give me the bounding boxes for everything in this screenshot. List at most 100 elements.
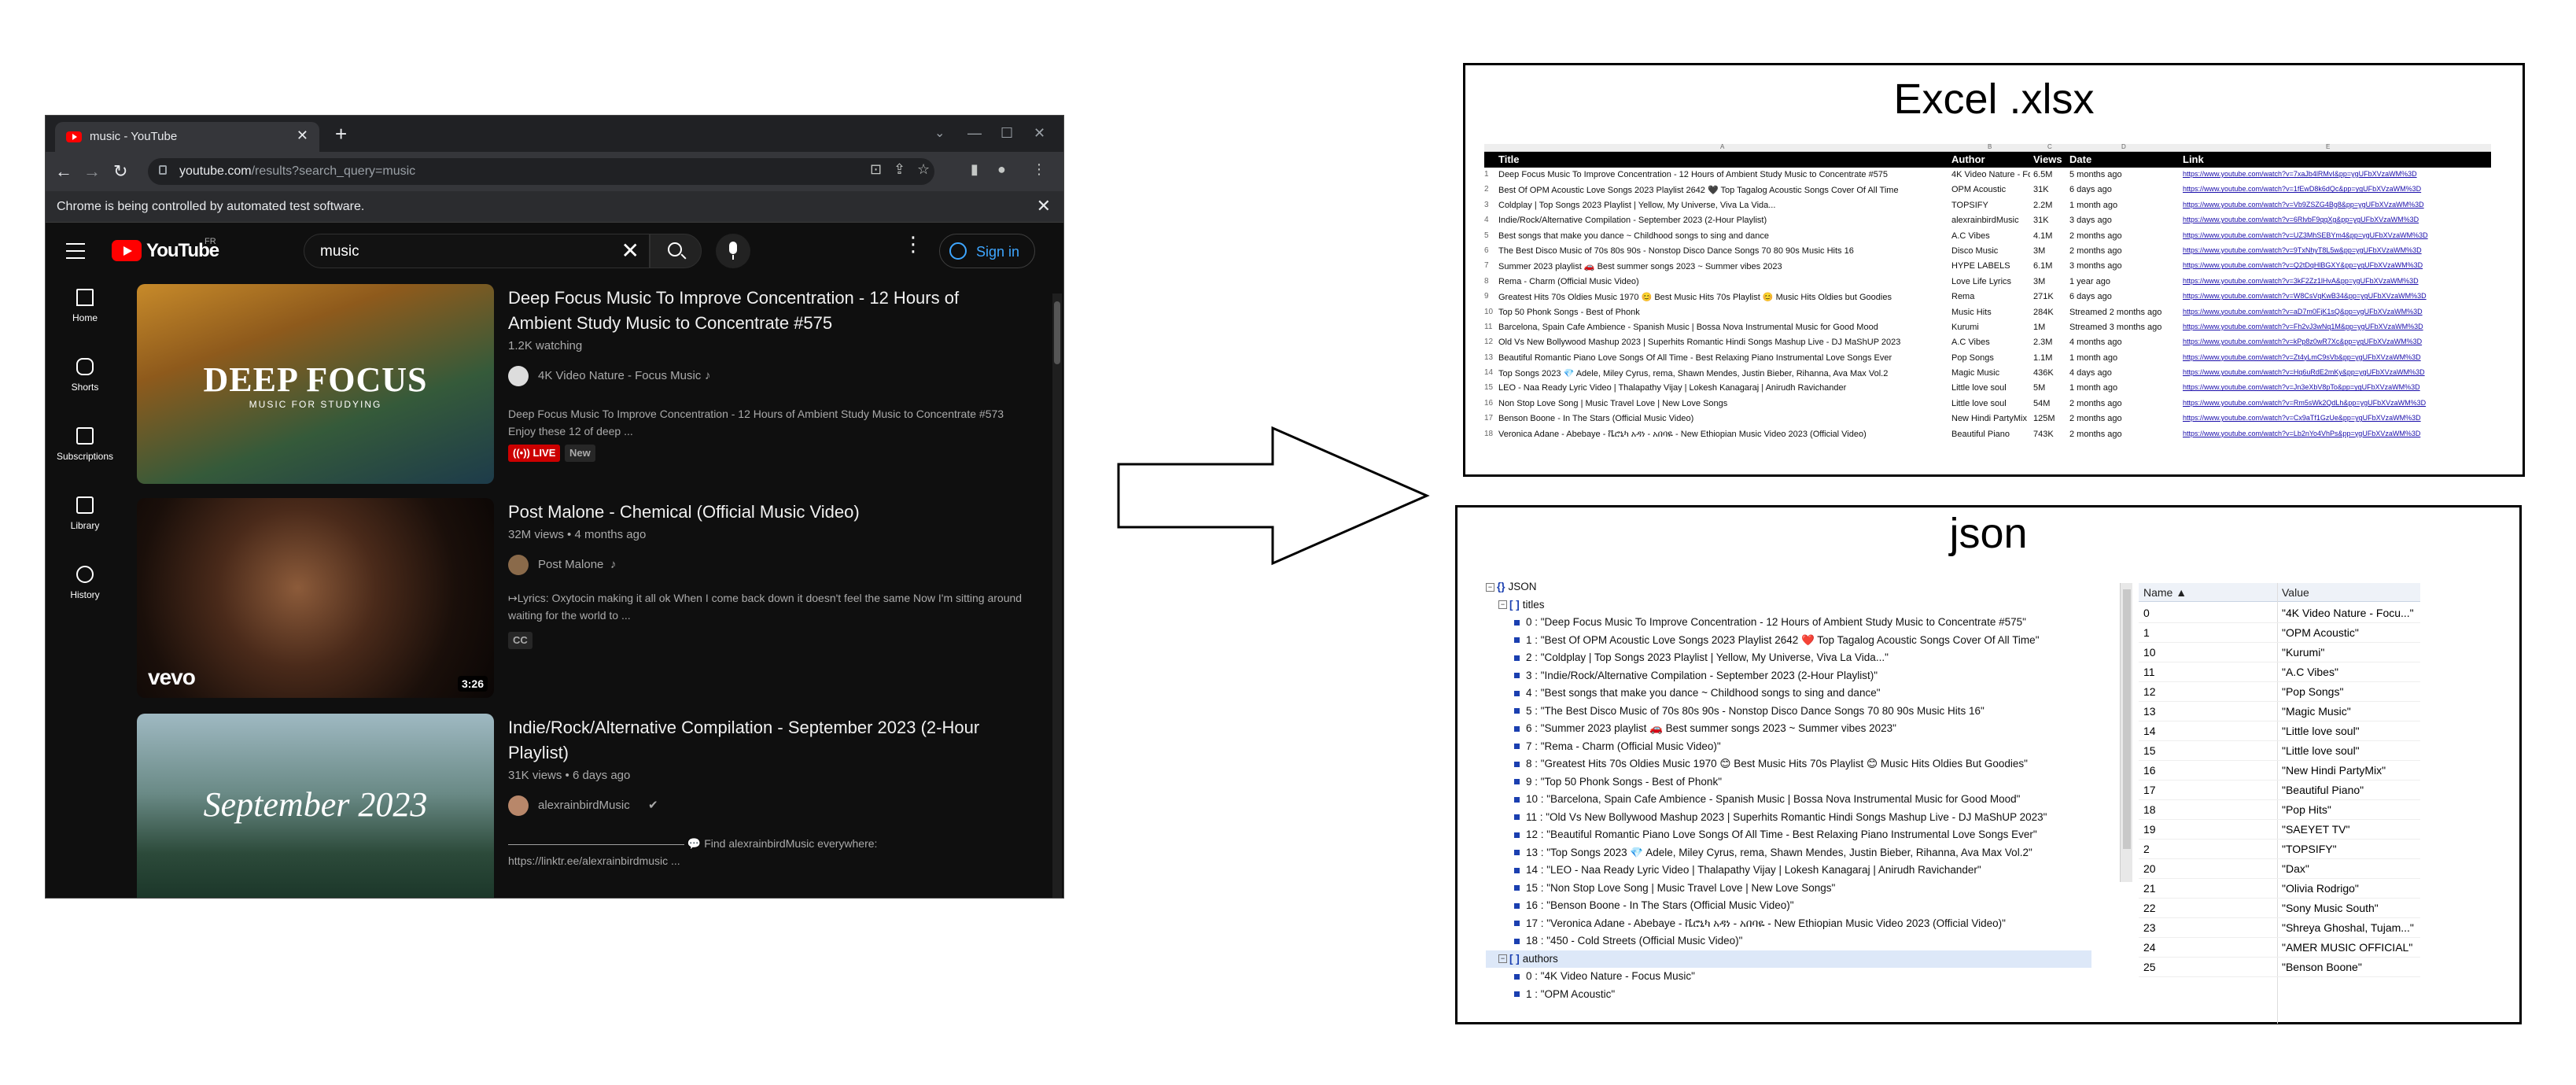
tree-leaf[interactable]: 8 : "Greatest Hits 70s Oldies Music 1970… bbox=[1486, 755, 2091, 773]
json-tree[interactable]: −{} JSON −[ ] titles 0 : "Deep Focus Music… bbox=[1486, 578, 2091, 1023]
sidebar-item-library[interactable]: Library bbox=[46, 496, 124, 559]
tree-leaf[interactable]: 17 : "Veronica Adane - Abebaye - ቬሮኒካ አዳ… bbox=[1486, 915, 2091, 933]
search-input[interactable] bbox=[319, 242, 617, 261]
grid-row[interactable]: 14 "Little love soul" bbox=[2139, 721, 2420, 741]
infobar-close-icon[interactable]: ✕ bbox=[1037, 196, 1051, 216]
grid-row[interactable]: 23 "Shreya Ghoshal, Tujam..." bbox=[2139, 918, 2420, 938]
tree-leaf[interactable]: 7 : "Rema - Charm (Official Music Video)… bbox=[1486, 738, 2091, 756]
clear-search-icon[interactable]: ✕ bbox=[621, 239, 639, 263]
link-cell[interactable]: https://www.youtube.com/watch?v=Hq6uRdE2… bbox=[2183, 368, 2482, 376]
close-tab-icon[interactable]: ✕ bbox=[297, 127, 308, 144]
window-close-button[interactable]: ✕ bbox=[1034, 125, 1045, 142]
sheet-row[interactable]: 3 Coldplay | Top Songs 2023 Playlist | Ye… bbox=[1484, 198, 2491, 213]
sheet-row[interactable]: 1 Deep Focus Music To Improve Concentrati… bbox=[1484, 168, 2491, 183]
video-thumbnail[interactable]: September 2023 bbox=[137, 714, 494, 898]
link-cell[interactable]: https://www.youtube.com/watch?v=6RlvbF9q… bbox=[2183, 216, 2482, 223]
back-arrow-icon[interactable]: ← bbox=[55, 161, 72, 182]
link-cell[interactable]: https://www.youtube.com/watch?v=aD7m0FjK… bbox=[2183, 308, 2482, 316]
sheet-row[interactable]: 16 Non Stop Love Song | Music Travel Love… bbox=[1484, 397, 2491, 411]
sheet-row[interactable]: 10 Top 50 Phonk Songs - Best of Phonk Musi… bbox=[1484, 305, 2491, 320]
spreadsheet[interactable]: A B C D E Title Author Views Date Link 1… bbox=[1484, 143, 2491, 451]
video-result[interactable]: DEEP FOCUS MUSIC FOR STUDYING Deep Focus… bbox=[137, 284, 1041, 484]
tab-search-icon[interactable]: ⌄ bbox=[934, 125, 945, 141]
tree-leaf[interactable]: 13 : "Top Songs 2023 💎 Adele, Miley Cyru… bbox=[1486, 844, 2091, 862]
tree-leaf[interactable]: 0 : "Deep Focus Music To Improve Concent… bbox=[1486, 614, 2091, 632]
property-grid[interactable]: Name ▲ Value 0 "4K Video Nature - Focu...… bbox=[2139, 583, 2420, 1024]
sheet-row[interactable]: 4 Indie/Rock/Alternative Compilation - Se… bbox=[1484, 213, 2491, 228]
link-cell[interactable]: https://www.youtube.com/watch?v=3kF2Zz1l… bbox=[2183, 277, 2482, 285]
grid-row[interactable]: 10 "Kurumi" bbox=[2139, 643, 2420, 662]
tree-leaf[interactable]: 5 : "The Best Disco Music of 70s 80s 90s… bbox=[1486, 703, 2091, 721]
sheet-row[interactable]: 5 Best songs that make you dance ~ Childh… bbox=[1484, 229, 2491, 244]
grid-row[interactable]: 24 "AMER MUSIC OFFICIAL" bbox=[2139, 938, 2420, 958]
tree-leaf[interactable]: 1 : "OPM Acoustic" bbox=[1486, 986, 2091, 1004]
tree-root[interactable]: −{} JSON bbox=[1486, 578, 2091, 596]
forward-arrow-icon[interactable]: → bbox=[83, 161, 101, 182]
video-thumbnail[interactable]: vevo 3:26 bbox=[137, 498, 494, 698]
minimize-button[interactable]: — bbox=[967, 125, 982, 142]
side-panel-icon[interactable]: ▮ bbox=[971, 161, 978, 178]
tree-leaf[interactable]: 6 : "Summer 2023 playlist 🚗 Best summer … bbox=[1486, 720, 2091, 738]
tree-leaf[interactable]: 16 : "Benson Boone - In The Stars (Offic… bbox=[1486, 897, 2091, 915]
grid-row[interactable]: 0 "4K Video Nature - Focu..." bbox=[2139, 603, 2420, 623]
chrome-menu-icon[interactable]: ⋮ bbox=[1032, 161, 1046, 178]
sidebar-item-shorts[interactable]: Shorts bbox=[46, 358, 124, 421]
grid-row[interactable]: 12 "Pop Songs" bbox=[2139, 682, 2420, 702]
grid-row[interactable]: 11 "A.C Vibes" bbox=[2139, 662, 2420, 682]
link-cell[interactable]: https://www.youtube.com/watch?v=W8CsVqKw… bbox=[2183, 292, 2482, 300]
video-thumbnail[interactable]: DEEP FOCUS MUSIC FOR STUDYING bbox=[137, 284, 494, 484]
tree-leaf[interactable]: 18 : "450 - Cold Streets (Official Music… bbox=[1486, 932, 2091, 950]
sheet-row[interactable]: 11 Barcelona, Spain Cafe Ambience - Spani… bbox=[1484, 320, 2491, 335]
youtube-logo-icon[interactable] bbox=[112, 240, 142, 261]
sheet-row[interactable]: 6 The Best Disco Music of 70s 80s 90s - N… bbox=[1484, 244, 2491, 259]
link-cell[interactable]: https://www.youtube.com/watch?v=1fEwD8k6… bbox=[2183, 185, 2482, 193]
sheet-row[interactable]: 14 Top Songs 2023 💎 Adele, Miley Cyrus, r… bbox=[1484, 366, 2491, 381]
grid-header-name[interactable]: Name ▲ bbox=[2143, 586, 2187, 599]
voice-search-mic-icon[interactable] bbox=[716, 234, 750, 268]
video-title[interactable]: Deep Focus Music To Improve Concentratio… bbox=[508, 286, 1012, 336]
tree-leaf[interactable]: 9 : "Top 50 Phonk Songs - Best of Phonk" bbox=[1486, 773, 2091, 792]
collapse-icon[interactable]: − bbox=[1498, 600, 1507, 610]
tree-leaf[interactable]: 11 : "Old Vs New Bollywood Mashup 2023 |… bbox=[1486, 809, 2091, 827]
grid-row[interactable]: 16 "New Hindi PartyMix" bbox=[2139, 761, 2420, 781]
tree-node-authors[interactable]: −[ ] authors bbox=[1486, 950, 2091, 968]
tree-node-titles[interactable]: −[ ] titles bbox=[1486, 596, 2091, 614]
link-cell[interactable]: https://www.youtube.com/watch?v=Q2tDqHlB… bbox=[2183, 261, 2482, 269]
profile-icon[interactable]: ● bbox=[997, 161, 1006, 178]
tree-leaf[interactable]: 4 : "Best songs that make you dance ~ Ch… bbox=[1486, 685, 2091, 703]
grid-row[interactable]: 25 "Benson Boone" bbox=[2139, 958, 2420, 977]
menu-icon[interactable] bbox=[66, 243, 85, 259]
sign-in-button[interactable]: Sign in bbox=[939, 234, 1035, 268]
grid-row[interactable]: 2 "TOPSIFY" bbox=[2139, 840, 2420, 859]
tree-leaf[interactable]: 2 : "Coldplay | Top Songs 2023 Playlist … bbox=[1486, 649, 2091, 667]
link-cell[interactable]: https://www.youtube.com/watch?v=UZ3MhSEB… bbox=[2183, 231, 2482, 239]
grid-row[interactable]: 19 "SAEYET TV" bbox=[2139, 820, 2420, 840]
sheet-row[interactable]: 17 Benson Boone - In The Stars (Official … bbox=[1484, 411, 2491, 426]
grid-row[interactable]: 20 "Dax" bbox=[2139, 859, 2420, 879]
grid-row[interactable]: 13 "Magic Music" bbox=[2139, 702, 2420, 721]
share-icon[interactable]: ⇪ bbox=[894, 161, 905, 178]
tree-leaf[interactable]: 14 : "LEO - Naa Ready Lyric Video | Thal… bbox=[1486, 862, 2091, 880]
tree-leaf[interactable]: 1 : "Best Of OPM Acoustic Love Songs 202… bbox=[1486, 632, 2091, 650]
search-button[interactable] bbox=[650, 234, 702, 268]
page-scrollbar[interactable] bbox=[1052, 293, 1062, 898]
tree-leaf[interactable]: 15 : "Non Stop Love Song | Music Travel … bbox=[1486, 880, 2091, 898]
tree-scrollbar[interactable] bbox=[2120, 583, 2132, 882]
sheet-row[interactable]: 2 Best Of OPM Acoustic Love Songs 2023 Pl… bbox=[1484, 183, 2491, 197]
browser-tab[interactable]: music - YouTube ✕ bbox=[55, 122, 319, 152]
link-cell[interactable]: https://www.youtube.com/watch?v=Vb9ZSZG4… bbox=[2183, 201, 2482, 209]
sheet-row[interactable]: 12 Old Vs New Bollywood Mashup 2023 | Sup… bbox=[1484, 335, 2491, 350]
link-cell[interactable]: https://www.youtube.com/watch?v=Jn3eXbV8… bbox=[2183, 383, 2482, 391]
bookmark-star-icon[interactable]: ☆ bbox=[917, 161, 930, 178]
video-result[interactable]: September 2023 Indie/Rock/Alternative Co… bbox=[137, 714, 1041, 898]
sidebar-item-home[interactable]: Home bbox=[46, 289, 124, 352]
link-cell[interactable]: https://www.youtube.com/watch?v=Cx9aTf1G… bbox=[2183, 414, 2482, 422]
sheet-row[interactable]: 15 LEO - Naa Ready Lyric Video | Thalapat… bbox=[1484, 381, 2491, 396]
link-cell[interactable]: https://www.youtube.com/watch?v=kPp8z0wR… bbox=[2183, 338, 2482, 345]
reload-icon[interactable]: ↻ bbox=[113, 161, 127, 182]
grid-row[interactable]: 15 "Little love soul" bbox=[2139, 741, 2420, 761]
grid-row[interactable]: 21 "Olivia Rodrigo" bbox=[2139, 879, 2420, 899]
grid-row[interactable]: 17 "Beautiful Piano" bbox=[2139, 781, 2420, 800]
sheet-row[interactable]: 13 Beautiful Romantic Piano Love Songs Of… bbox=[1484, 351, 2491, 366]
maximize-button[interactable]: ☐ bbox=[1001, 125, 1013, 142]
